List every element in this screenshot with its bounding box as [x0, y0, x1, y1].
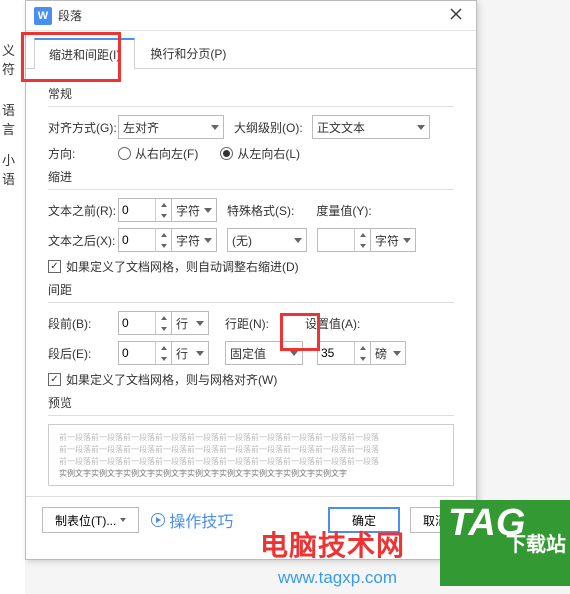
label-indent-before: 文本之前(R):	[48, 202, 118, 219]
spinner-up-icon[interactable]	[156, 312, 171, 323]
section-spacing: 间距	[48, 281, 454, 298]
alignment-select[interactable]: 左对齐	[118, 115, 224, 139]
indent-after-input[interactable]	[119, 229, 155, 251]
outline-level-select[interactable]: 正文文本	[312, 115, 430, 139]
indent-before-spinner[interactable]	[118, 198, 172, 222]
preview-box: 前一段落前一段落前一段落前一段落前一段落前一段落前一段落前一段落前一段落前一段落…	[48, 424, 454, 486]
special-format-select[interactable]: (无)	[227, 228, 307, 252]
indent-before-input[interactable]	[119, 199, 155, 221]
space-after-input[interactable]	[119, 342, 155, 364]
chevron-down-icon	[393, 351, 401, 356]
chevron-down-icon	[417, 125, 425, 130]
spinner-up-icon[interactable]	[156, 199, 171, 210]
chk-auto-adjust-indent[interactable]: ✓如果定义了文档网格，则自动调整右缩进(D)	[48, 258, 299, 275]
indent-after-spinner[interactable]	[118, 228, 172, 252]
space-before-input[interactable]	[119, 312, 155, 334]
spinner-down-icon[interactable]	[156, 240, 171, 251]
tab-indent-spacing[interactable]: 缩进和间距(I)	[34, 38, 135, 69]
spinner-down-icon[interactable]	[355, 353, 370, 364]
titlebar: W 段落	[26, 1, 476, 31]
indent-after-unit[interactable]: 字符	[171, 228, 217, 252]
at-input[interactable]	[318, 342, 354, 364]
tab-line-page-breaks[interactable]: 换行和分页(P)	[135, 38, 241, 69]
bg-text: 小语	[2, 150, 25, 188]
bg-text: 义符	[2, 40, 25, 78]
label-special: 特殊格式(S):	[227, 202, 294, 219]
indent-before-unit[interactable]: 字符	[171, 198, 217, 222]
label-line-spacing: 行距(N):	[225, 315, 269, 332]
label-indent-after: 文本之后(X):	[48, 232, 118, 249]
space-after-unit[interactable]: 行	[171, 341, 209, 365]
chk-snap-to-grid[interactable]: ✓如果定义了文档网格，则与网格对齐(W)	[48, 371, 277, 388]
line-spacing-select[interactable]: 固定值	[225, 341, 303, 365]
space-after-spinner[interactable]	[118, 341, 172, 365]
chevron-down-icon	[403, 238, 411, 243]
space-before-unit[interactable]: 行	[171, 311, 209, 335]
spinner-down-icon[interactable]	[156, 353, 171, 364]
space-before-spinner[interactable]	[118, 311, 172, 335]
by-input[interactable]	[318, 229, 354, 251]
chevron-down-icon	[120, 518, 126, 522]
dialog-title: 段落	[58, 7, 444, 24]
bg-text: 语言	[2, 100, 25, 138]
section-indent: 缩进	[48, 168, 454, 185]
tag-watermark: TAG 下载站	[440, 500, 570, 586]
chevron-down-icon	[211, 125, 219, 130]
chevron-down-icon	[204, 238, 212, 243]
at-spinner[interactable]	[317, 341, 371, 365]
chevron-down-icon	[290, 351, 298, 356]
label-by: 度量值(Y):	[316, 202, 371, 219]
close-icon[interactable]	[444, 7, 468, 25]
app-logo-icon: W	[34, 7, 52, 25]
radio-rtl[interactable]: 从右向左(F)	[118, 145, 198, 162]
label-at: 设置值(A):	[305, 315, 360, 332]
label-alignment: 对齐方式(G):	[48, 119, 118, 136]
tips-link[interactable]: 操作技巧	[151, 508, 233, 532]
spinner-down-icon[interactable]	[355, 240, 370, 251]
watermark-url: www.tagxp.com	[278, 568, 397, 588]
spinner-up-icon[interactable]	[156, 342, 171, 353]
chevron-down-icon	[294, 238, 302, 243]
spinner-down-icon[interactable]	[156, 210, 171, 221]
by-unit[interactable]: 字符	[370, 228, 416, 252]
play-circle-icon	[151, 513, 165, 527]
by-spinner[interactable]	[317, 228, 371, 252]
section-preview: 预览	[48, 394, 454, 411]
label-space-before: 段前(B):	[48, 315, 102, 332]
spinner-up-icon[interactable]	[156, 229, 171, 240]
label-outline-level: 大纲级别(O):	[234, 119, 312, 136]
spinner-down-icon[interactable]	[156, 323, 171, 334]
spinner-up-icon[interactable]	[355, 342, 370, 353]
spinner-up-icon[interactable]	[355, 229, 370, 240]
chevron-down-icon	[204, 208, 212, 213]
label-space-after: 段后(E):	[48, 345, 102, 362]
radio-ltr[interactable]: 从左向右(L)	[220, 145, 300, 162]
section-general: 常规	[48, 85, 454, 102]
paragraph-dialog: W 段落 缩进和间距(I) 换行和分页(P) 常规 对齐方式(G): 左对齐 大…	[25, 0, 477, 560]
chevron-down-icon	[196, 351, 204, 356]
tabs-button[interactable]: 制表位(T)...	[42, 507, 139, 533]
chevron-down-icon	[196, 321, 204, 326]
watermark-text: 电脑技术网	[260, 524, 405, 564]
label-direction: 方向:	[48, 145, 90, 162]
at-unit[interactable]: 磅	[370, 341, 406, 365]
